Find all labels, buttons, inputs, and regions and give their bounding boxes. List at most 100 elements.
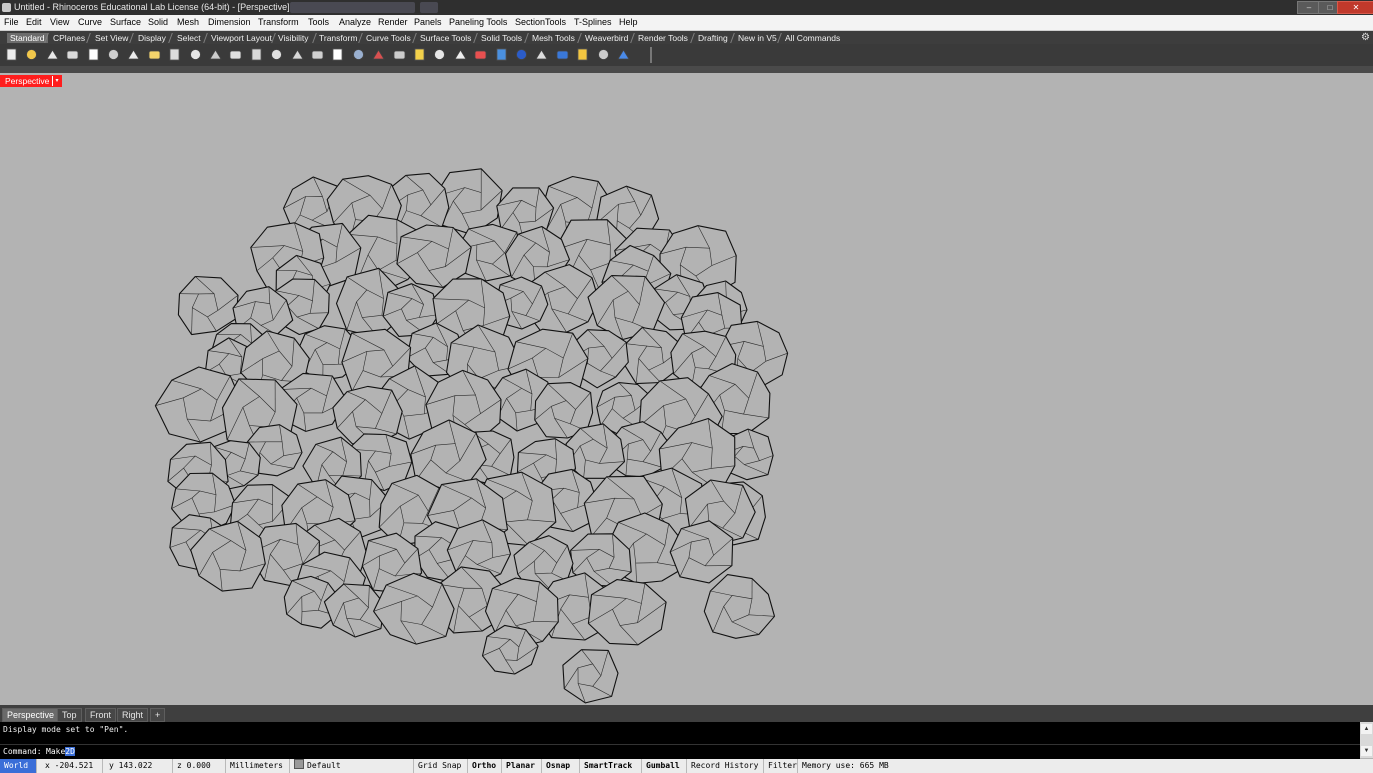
sun-icon[interactable] bbox=[575, 47, 590, 62]
import-icon[interactable] bbox=[86, 47, 101, 62]
menu-dimension[interactable]: Dimension bbox=[208, 17, 251, 27]
rendered-icon[interactable] bbox=[371, 47, 386, 62]
zoom-selected-icon[interactable] bbox=[290, 47, 305, 62]
toolbar-grip[interactable] bbox=[650, 47, 652, 63]
grid-snap-toggle[interactable]: Grid Snap bbox=[414, 759, 468, 773]
tab-transform[interactable]: Transform bbox=[319, 33, 357, 43]
tab-drafting[interactable]: Drafting bbox=[698, 33, 728, 43]
rotate-view-icon[interactable] bbox=[208, 47, 223, 62]
open-icon[interactable] bbox=[24, 47, 39, 62]
paste-icon[interactable] bbox=[147, 47, 162, 62]
perspective-viewport[interactable]: Perspective ▾ bbox=[0, 73, 1373, 705]
menu-analyze[interactable]: Analyze bbox=[339, 17, 371, 27]
tab-viewport-layout[interactable]: Viewport Layout bbox=[211, 33, 272, 43]
planar-toggle[interactable]: Planar bbox=[502, 759, 542, 773]
material-icon[interactable] bbox=[473, 47, 488, 62]
chevron-down-icon[interactable]: ▾ bbox=[52, 76, 61, 86]
cplane-world-toggle[interactable]: World bbox=[0, 759, 37, 773]
filter-toggle[interactable]: Filter bbox=[764, 759, 798, 773]
ghost-shade-icon[interactable] bbox=[351, 47, 366, 62]
menu-section-tools[interactable]: SectionTools bbox=[515, 17, 566, 27]
record-history-toggle[interactable]: Record History bbox=[687, 759, 764, 773]
color-wheel-icon[interactable] bbox=[494, 47, 509, 62]
background-window-tab-small[interactable] bbox=[420, 2, 438, 13]
light-icon[interactable] bbox=[432, 47, 447, 62]
cut-icon[interactable] bbox=[106, 47, 121, 62]
viewport-title-tab[interactable]: Perspective ▾ bbox=[0, 75, 62, 87]
tab-all-commands[interactable]: All Commands bbox=[785, 33, 840, 43]
foam-cells bbox=[154, 168, 789, 704]
tab-separator bbox=[358, 33, 363, 43]
rhino-app-icon bbox=[2, 3, 11, 12]
menu-surface[interactable]: Surface bbox=[110, 17, 141, 27]
smarttrack-toggle[interactable]: SmartTrack bbox=[580, 759, 642, 773]
tab-new-in-v5[interactable]: New in V5 bbox=[738, 33, 777, 43]
undo-icon[interactable] bbox=[167, 47, 182, 62]
tab-front[interactable]: Front bbox=[85, 708, 117, 722]
zoom-icon[interactable] bbox=[228, 47, 243, 62]
gumball-toggle[interactable]: Gumball bbox=[642, 759, 687, 773]
tab-render-tools[interactable]: Render Tools bbox=[638, 33, 688, 43]
add-viewport-tab-button[interactable]: + bbox=[150, 708, 166, 722]
scroll-down-icon[interactable]: ▼ bbox=[1361, 746, 1372, 756]
layer-selector[interactable]: Default bbox=[290, 759, 414, 773]
four-viewports-icon[interactable] bbox=[330, 47, 345, 62]
voronoi-foam-geometry[interactable] bbox=[0, 73, 1373, 705]
scroll-up-icon[interactable]: ▲ bbox=[1361, 724, 1372, 734]
new-icon[interactable] bbox=[4, 47, 19, 62]
tab-solid-tools[interactable]: Solid Tools bbox=[481, 33, 522, 43]
units-display[interactable]: Millimeters bbox=[226, 759, 290, 773]
menu-curve[interactable]: Curve bbox=[78, 17, 102, 27]
menu-transform[interactable]: Transform bbox=[258, 17, 299, 27]
menu-help[interactable]: Help bbox=[619, 17, 638, 27]
gear-icon[interactable]: ⚙ bbox=[1361, 32, 1370, 43]
menu-panels[interactable]: Panels bbox=[414, 17, 442, 27]
command-history-scrollbar[interactable]: ▲ ▼ bbox=[1360, 722, 1373, 758]
zoom-previous-icon[interactable] bbox=[310, 47, 325, 62]
zoom-extents-icon[interactable] bbox=[269, 47, 284, 62]
environment-icon[interactable] bbox=[555, 47, 570, 62]
save-icon[interactable] bbox=[45, 47, 60, 62]
print-icon[interactable] bbox=[65, 47, 80, 62]
ortho-toggle[interactable]: Ortho bbox=[468, 759, 502, 773]
tab-display[interactable]: Display bbox=[138, 33, 166, 43]
select-light-icon[interactable] bbox=[412, 47, 427, 62]
tab-weaverbird[interactable]: Weaverbird bbox=[585, 33, 628, 43]
tab-visibility[interactable]: Visibility bbox=[278, 33, 309, 43]
menu-tools[interactable]: Tools bbox=[308, 17, 329, 27]
command-input[interactable]: Make2D bbox=[46, 745, 75, 759]
background-window-tab[interactable] bbox=[290, 2, 415, 13]
tab-select[interactable]: Select bbox=[177, 33, 201, 43]
tab-standard[interactable]: Standard bbox=[7, 33, 48, 43]
menu-edit[interactable]: Edit bbox=[26, 17, 42, 27]
viewport-title-label: Perspective bbox=[5, 76, 50, 86]
tab-perspective[interactable]: Perspective bbox=[2, 708, 60, 722]
wireframe-icon[interactable] bbox=[392, 47, 407, 62]
pan-icon[interactable] bbox=[188, 47, 203, 62]
lock-icon[interactable] bbox=[453, 47, 468, 62]
tab-curve-tools[interactable]: Curve Tools bbox=[366, 33, 411, 43]
render-icon[interactable] bbox=[534, 47, 549, 62]
tab-cplanes[interactable]: CPlanes bbox=[53, 33, 85, 43]
menu-mesh[interactable]: Mesh bbox=[177, 17, 199, 27]
osnap-toggle[interactable]: Osnap bbox=[542, 759, 580, 773]
close-button[interactable]: ✕ bbox=[1337, 1, 1373, 14]
menu-solid[interactable]: Solid bbox=[148, 17, 168, 27]
menu-render[interactable]: Render bbox=[378, 17, 408, 27]
sphere-icon[interactable] bbox=[514, 47, 529, 62]
copy-icon[interactable] bbox=[126, 47, 141, 62]
tab-right[interactable]: Right bbox=[117, 708, 149, 722]
menu-t-splines[interactable]: T-Splines bbox=[574, 17, 612, 27]
menu-file[interactable]: File bbox=[4, 17, 19, 27]
menu-view[interactable]: View bbox=[50, 17, 69, 27]
tab-surface-tools[interactable]: Surface Tools bbox=[420, 33, 471, 43]
help-icon[interactable] bbox=[616, 47, 631, 62]
tab-top[interactable]: Top bbox=[57, 708, 82, 722]
tab-mesh-tools[interactable]: Mesh Tools bbox=[532, 33, 575, 43]
tab-set-view[interactable]: Set View bbox=[95, 33, 128, 43]
tab-separator bbox=[577, 33, 582, 43]
named-views-icon[interactable] bbox=[596, 47, 611, 62]
zoom-window-icon[interactable] bbox=[249, 47, 264, 62]
command-line[interactable]: Command: Make2D bbox=[0, 744, 1360, 759]
menu-paneling-tools[interactable]: Paneling Tools bbox=[449, 17, 507, 27]
